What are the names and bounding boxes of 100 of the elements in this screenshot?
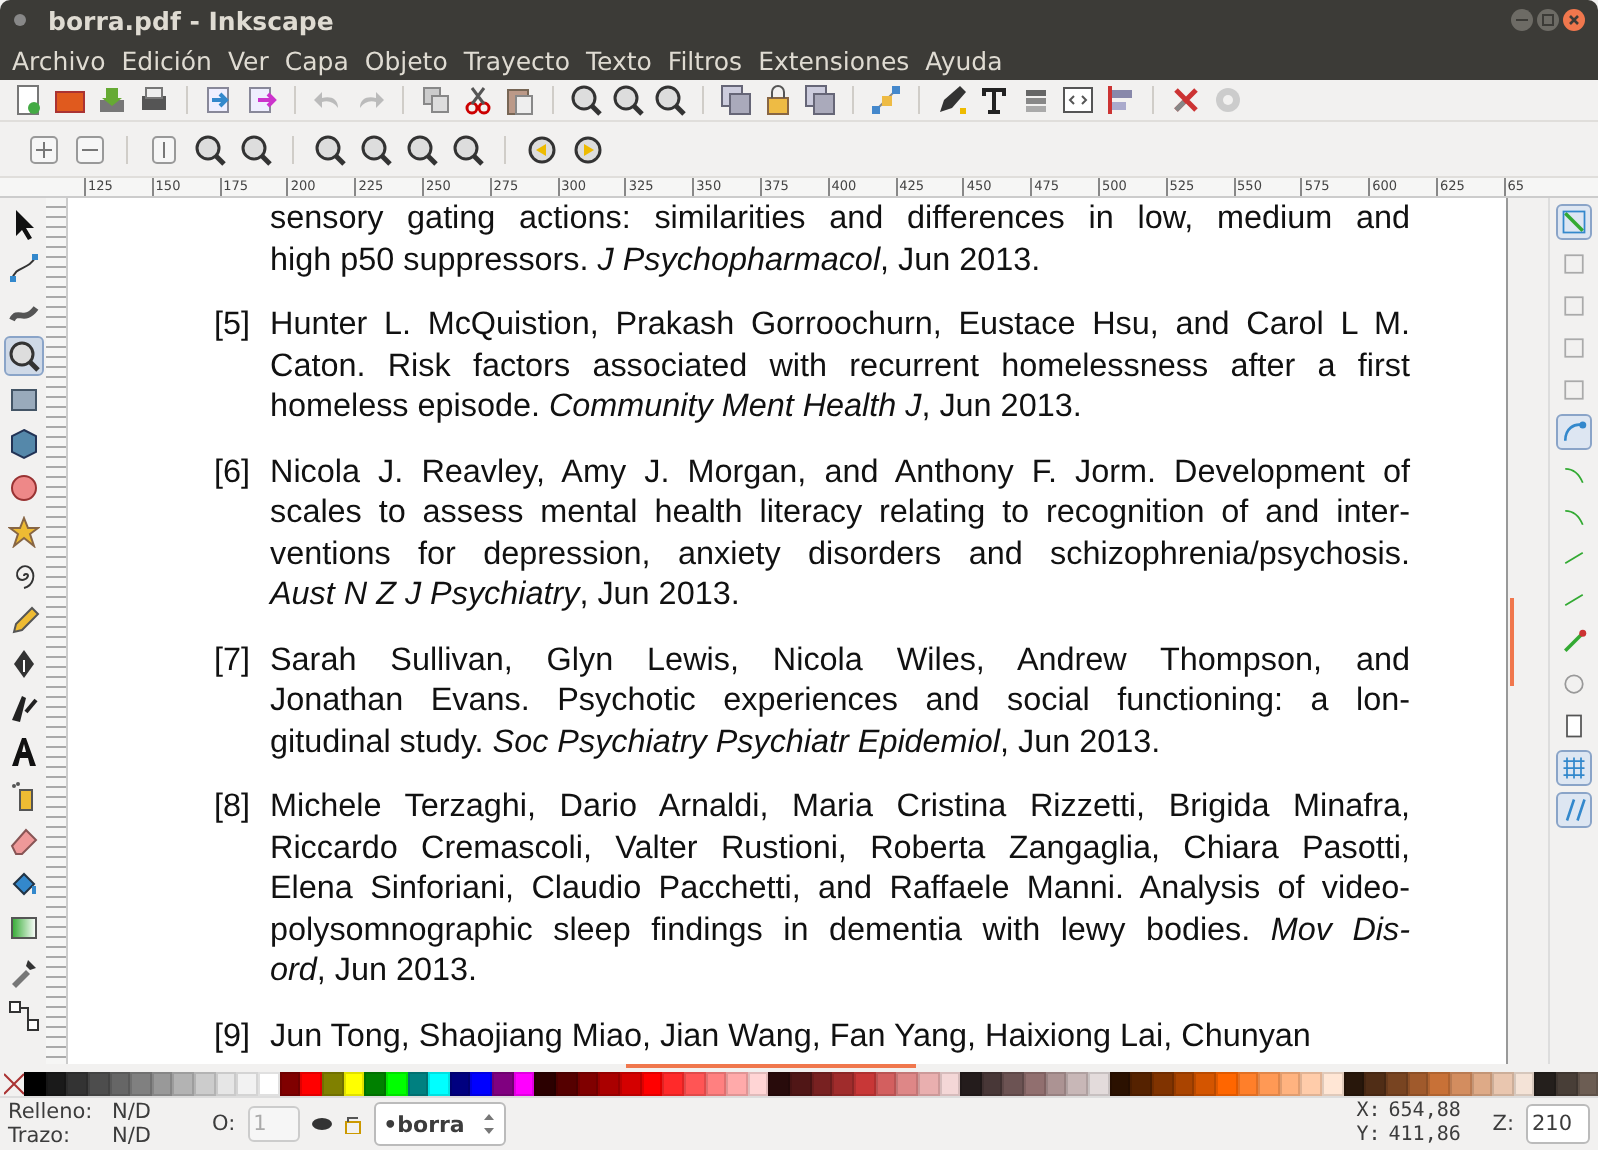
color-swatch[interactable] bbox=[811, 1072, 833, 1096]
snap-option-icon[interactable] bbox=[1558, 332, 1590, 364]
snap-option-icon[interactable] bbox=[1558, 374, 1590, 406]
color-swatch[interactable] bbox=[87, 1072, 110, 1096]
color-swatch[interactable] bbox=[109, 1072, 131, 1096]
code-window-icon[interactable] bbox=[1062, 84, 1094, 116]
snap-curve-icon[interactable] bbox=[1558, 416, 1590, 448]
color-swatch[interactable] bbox=[1066, 1072, 1089, 1096]
color-swatch[interactable] bbox=[556, 1072, 578, 1096]
print-icon[interactable] bbox=[138, 84, 170, 116]
color-swatch[interactable] bbox=[130, 1072, 152, 1096]
menu-item[interactable]: Edición bbox=[113, 45, 220, 75]
zoom-icon[interactable] bbox=[5, 338, 41, 374]
snap-option-icon[interactable] bbox=[1558, 248, 1590, 280]
color-swatch[interactable] bbox=[1130, 1072, 1152, 1096]
color-swatch[interactable] bbox=[832, 1072, 854, 1096]
color-swatch[interactable] bbox=[598, 1072, 620, 1096]
color-swatch[interactable] bbox=[768, 1072, 791, 1096]
menu-item[interactable]: Texto bbox=[577, 45, 660, 75]
duplicate-icon[interactable] bbox=[420, 84, 452, 116]
cube-icon[interactable] bbox=[5, 426, 41, 462]
circle-icon[interactable] bbox=[5, 470, 41, 506]
color-swatch[interactable] bbox=[172, 1072, 195, 1096]
color-swatch[interactable] bbox=[853, 1072, 876, 1096]
stack-icon[interactable] bbox=[1020, 84, 1052, 116]
menu-item[interactable]: Filtros bbox=[659, 45, 751, 75]
tools-icon[interactable] bbox=[1170, 84, 1202, 116]
color-swatch[interactable] bbox=[1109, 1072, 1131, 1096]
lock-icon[interactable] bbox=[762, 84, 794, 116]
color-swatch[interactable] bbox=[1364, 1072, 1386, 1096]
color-swatch[interactable] bbox=[1428, 1072, 1450, 1096]
menu-item[interactable]: Trayecto bbox=[455, 45, 578, 75]
color-swatch[interactable] bbox=[1088, 1072, 1110, 1096]
previous-zoom-icon[interactable] bbox=[526, 133, 558, 165]
color-swatch[interactable] bbox=[1471, 1072, 1493, 1096]
color-swatch[interactable] bbox=[343, 1072, 365, 1096]
new-document-icon[interactable] bbox=[12, 84, 44, 116]
color-swatch[interactable] bbox=[619, 1072, 642, 1096]
layers-icon[interactable] bbox=[804, 84, 836, 116]
color-swatch[interactable] bbox=[1215, 1072, 1238, 1096]
color-swatch[interactable] bbox=[683, 1072, 705, 1096]
snap-node-icon[interactable] bbox=[1558, 626, 1590, 658]
color-swatch[interactable] bbox=[321, 1072, 344, 1096]
eye-icon[interactable] bbox=[311, 1114, 332, 1134]
color-swatch[interactable] bbox=[1045, 1072, 1067, 1096]
spinner-arrows-icon[interactable] bbox=[481, 1112, 496, 1136]
color-swatch[interactable] bbox=[1407, 1072, 1429, 1096]
color-swatch[interactable] bbox=[45, 1072, 67, 1096]
guides-icon[interactable] bbox=[1558, 794, 1590, 826]
color-swatch[interactable] bbox=[1173, 1072, 1195, 1096]
close-button[interactable] bbox=[1562, 8, 1586, 32]
color-swatch[interactable] bbox=[1194, 1072, 1216, 1096]
color-swatch[interactable] bbox=[1151, 1072, 1174, 1096]
zoom-icon[interactable] bbox=[452, 133, 484, 165]
color-swatch[interactable] bbox=[513, 1072, 535, 1096]
snap-circle-icon[interactable] bbox=[1558, 668, 1590, 700]
scrollbar-thumb[interactable] bbox=[626, 1064, 916, 1068]
color-swatch[interactable] bbox=[449, 1072, 471, 1096]
cut-icon[interactable] bbox=[462, 84, 494, 116]
color-swatch[interactable] bbox=[1300, 1072, 1323, 1096]
zoom-icon[interactable] bbox=[406, 133, 438, 165]
color-swatch[interactable] bbox=[1343, 1072, 1365, 1096]
layer-dropdown[interactable]: •borra bbox=[373, 1102, 506, 1146]
save-icon[interactable] bbox=[96, 84, 128, 116]
color-swatch[interactable] bbox=[981, 1072, 1003, 1096]
gear-icon[interactable] bbox=[1212, 84, 1244, 116]
zoom-icon[interactable] bbox=[612, 84, 644, 116]
color-swatch[interactable] bbox=[662, 1072, 684, 1096]
zoom-in-icon[interactable] bbox=[28, 133, 60, 165]
export-icon[interactable] bbox=[246, 84, 278, 116]
menu-item[interactable]: Archivo bbox=[4, 45, 114, 75]
color-swatch[interactable] bbox=[492, 1072, 514, 1096]
zoom-icon[interactable] bbox=[570, 84, 602, 116]
color-swatch[interactable] bbox=[24, 1072, 46, 1096]
color-swatch[interactable] bbox=[1258, 1072, 1280, 1096]
color-swatch[interactable] bbox=[470, 1072, 493, 1096]
color-swatch[interactable] bbox=[151, 1072, 173, 1096]
color-swatch[interactable] bbox=[1386, 1072, 1408, 1096]
menu-item[interactable]: Capa bbox=[276, 45, 357, 75]
zoom-icon[interactable] bbox=[654, 84, 686, 116]
color-swatch[interactable] bbox=[1449, 1072, 1472, 1096]
color-swatch[interactable] bbox=[577, 1072, 599, 1096]
color-swatch[interactable] bbox=[279, 1072, 301, 1096]
color-swatch[interactable] bbox=[1279, 1072, 1301, 1096]
color-swatch[interactable] bbox=[1322, 1072, 1344, 1096]
lock-icon[interactable] bbox=[343, 1114, 362, 1134]
color-swatch[interactable] bbox=[1556, 1072, 1578, 1096]
color-swatch[interactable] bbox=[385, 1072, 408, 1096]
connector-icon[interactable] bbox=[5, 998, 41, 1034]
color-swatch[interactable] bbox=[236, 1072, 259, 1096]
zoom-field[interactable]: 210 bbox=[1526, 1104, 1590, 1144]
color-swatch[interactable] bbox=[1237, 1072, 1259, 1096]
maximize-button[interactable] bbox=[1536, 8, 1560, 32]
color-swatch[interactable] bbox=[1024, 1072, 1046, 1096]
color-swatch[interactable] bbox=[747, 1072, 769, 1096]
color-swatch[interactable] bbox=[790, 1072, 812, 1096]
color-swatch[interactable] bbox=[300, 1072, 322, 1096]
text-icon[interactable] bbox=[978, 84, 1010, 116]
color-swatch[interactable] bbox=[875, 1072, 897, 1096]
color-swatch[interactable] bbox=[215, 1072, 237, 1096]
